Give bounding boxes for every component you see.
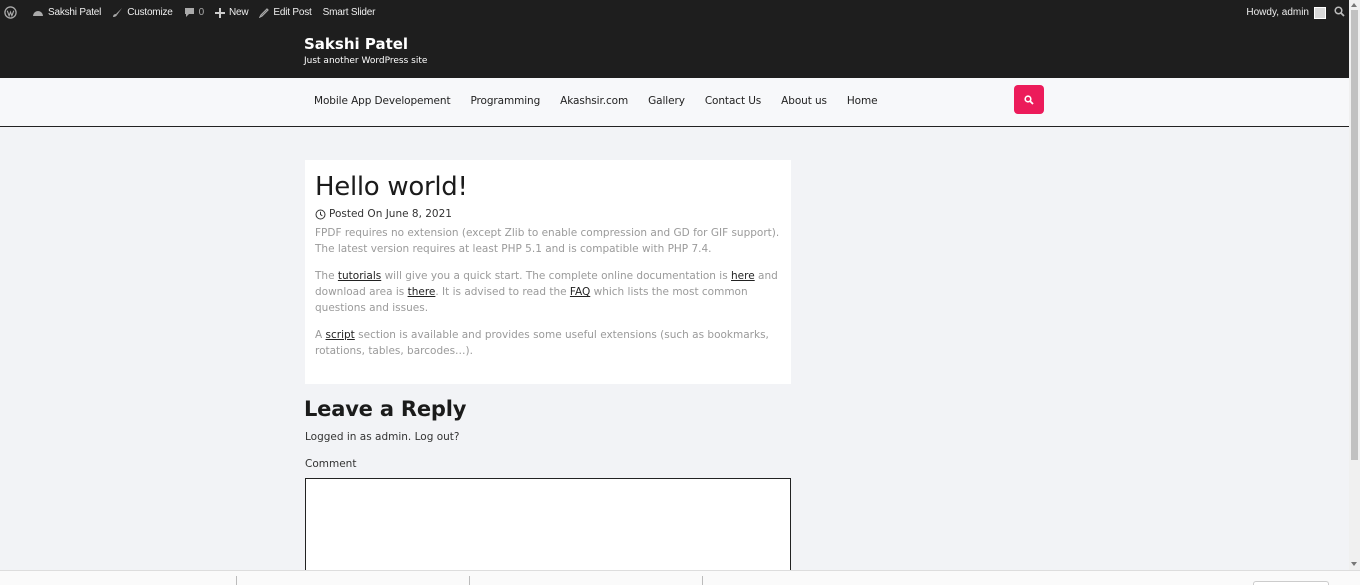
post-content: FPDF requires no extension (except Zlib … <box>315 225 781 359</box>
post-title[interactable]: Hello world! <box>315 172 781 202</box>
site-description: Just another WordPress site <box>304 56 428 66</box>
download-link[interactable]: there <box>408 286 436 298</box>
divider <box>236 576 237 585</box>
pencil-icon <box>259 7 270 18</box>
faq-link[interactable]: FAQ <box>570 286 590 298</box>
nav-item-programming[interactable]: Programming <box>470 95 540 107</box>
admin-site-name[interactable]: Sakshi Patel <box>32 7 101 18</box>
admin-customize-label: Customize <box>127 7 173 18</box>
nav-item-mobile-app[interactable]: Mobile App Developement <box>314 95 451 107</box>
vertical-scrollbar[interactable] <box>1349 0 1360 570</box>
comment-textarea[interactable] <box>305 478 791 578</box>
post-date: Posted On June 8, 2021 <box>329 208 452 220</box>
site-header: Sakshi Patel Just another WordPress site <box>0 25 1349 78</box>
bottom-bar <box>0 570 1360 585</box>
scroll-down-arrow-icon[interactable] <box>1351 562 1357 566</box>
admin-bar: Sakshi Patel Customize 0 New Edit Post S… <box>0 0 1349 25</box>
divider <box>469 576 470 585</box>
script-link[interactable]: script <box>326 329 355 341</box>
nav-item-gallery[interactable]: Gallery <box>648 95 685 107</box>
admin-comments[interactable]: 0 <box>184 7 204 18</box>
admin-comments-count: 0 <box>198 7 205 18</box>
admin-smart-slider-label: Smart Slider <box>322 7 376 18</box>
search-button[interactable] <box>1014 85 1044 114</box>
admin-search-icon[interactable] <box>1334 5 1345 20</box>
nav-item-contact-us[interactable]: Contact Us <box>705 95 761 107</box>
admin-customize[interactable]: Customize <box>112 7 173 18</box>
text: will give you a quick start. The complet… <box>381 270 732 282</box>
scroll-thumb[interactable] <box>1351 10 1358 460</box>
nav-item-akashsir[interactable]: Akashsir.com <box>560 95 628 107</box>
divider <box>702 576 703 585</box>
post-meta: Posted On June 8, 2021 <box>315 208 781 220</box>
main-navigation: Mobile App Developement Programming Akas… <box>0 78 1349 127</box>
search-icon <box>1024 94 1034 105</box>
comment-bubble-icon <box>184 8 194 17</box>
admin-edit-post[interactable]: Edit Post <box>259 7 312 18</box>
scroll-up-arrow-icon[interactable] <box>1351 3 1357 7</box>
dashboard-icon <box>33 11 43 16</box>
logged-in-text[interactable]: Logged in as admin. Log out? <box>305 431 459 443</box>
howdy-admin[interactable]: Howdy, admin <box>1246 7 1309 18</box>
comment-label: Comment <box>305 458 357 470</box>
text: section is available and provides some u… <box>315 329 769 357</box>
post-paragraph-1: FPDF requires no extension (except Zlib … <box>315 227 780 255</box>
plus-icon <box>215 7 225 18</box>
site-title[interactable]: Sakshi Patel <box>304 35 408 53</box>
text: . It is advised to read the <box>435 286 570 298</box>
wordpress-logo-icon[interactable] <box>4 6 21 19</box>
nav-item-about-us[interactable]: About us <box>781 95 827 107</box>
post-paragraph-2: The tutorials will give you a quick star… <box>315 268 781 316</box>
text: A <box>315 329 326 341</box>
nav-item-home[interactable]: Home <box>847 95 878 107</box>
text: The <box>315 270 338 282</box>
clock-icon <box>315 209 326 219</box>
admin-edit-post-label: Edit Post <box>273 7 312 18</box>
avatar[interactable] <box>1314 6 1326 19</box>
bottom-tab[interactable] <box>1253 581 1329 585</box>
admin-new[interactable]: New <box>215 7 249 18</box>
brush-icon <box>113 8 123 17</box>
post-article: Hello world! Posted On June 8, 2021 FPDF… <box>305 160 791 384</box>
tutorials-link[interactable]: tutorials <box>338 270 381 282</box>
admin-site-name-label: Sakshi Patel <box>48 7 102 18</box>
documentation-link[interactable]: here <box>731 270 755 282</box>
post-paragraph-3: A script section is available and provid… <box>315 327 781 359</box>
admin-smart-slider[interactable]: Smart Slider <box>323 7 376 18</box>
admin-new-label: New <box>229 7 249 18</box>
reply-title: Leave a Reply <box>304 397 467 421</box>
